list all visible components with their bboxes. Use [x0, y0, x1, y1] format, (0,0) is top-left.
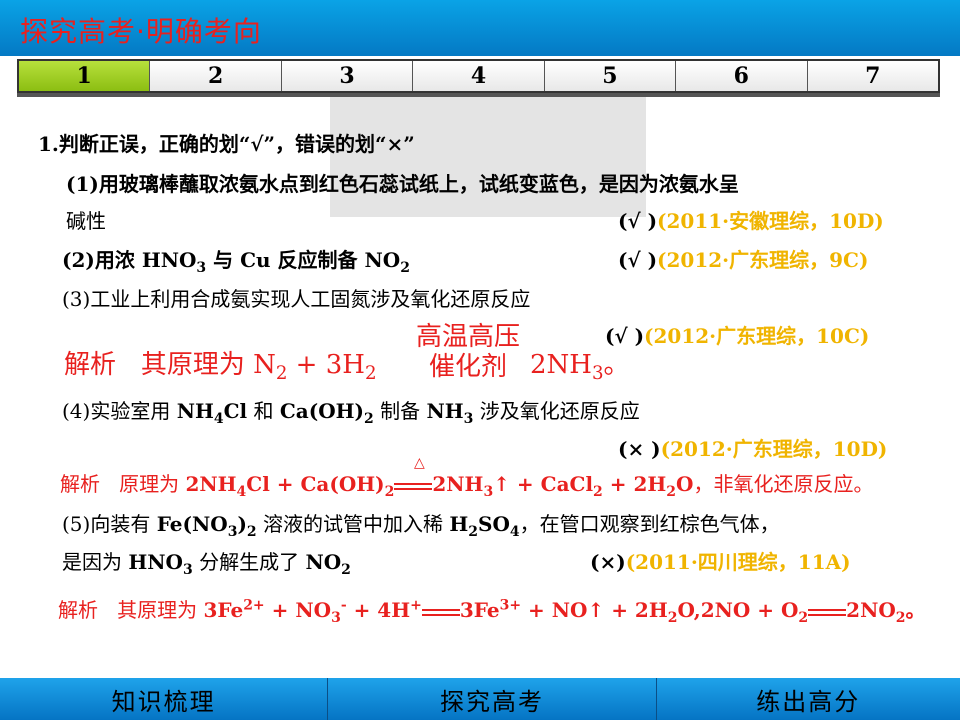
formula-h2so4: H2SO4 — [449, 512, 520, 540]
formula-nh3: NH3 — [426, 399, 474, 427]
item-4-answer: (× )(2012·广东理综，10D) — [618, 433, 887, 462]
item-5-mark: (×) — [590, 550, 626, 574]
analysis-3: 解析 其原理为 N2 + 3H2 — [64, 344, 377, 384]
analysis-3-text: 其原理为 — [140, 350, 245, 380]
item-2-answer: (√ )(2012·广东理综，9C) — [618, 244, 868, 273]
item-4-source: (2012·广东理综，10D) — [660, 437, 888, 461]
analysis-4-text: 原理为 — [119, 472, 180, 496]
formula-caoh2: Ca(OH)2 — [279, 399, 374, 427]
item-4-mark: (× ) — [618, 437, 661, 461]
formula-hno3-2: HNO3 — [128, 550, 193, 578]
formula-hno3: HNO3 — [141, 248, 207, 276]
item-5-post: ，在管口观察到红棕色气体， — [519, 512, 780, 536]
item-5-source: (2011·四川理综，11A) — [625, 550, 851, 574]
item-5-answer: (×)(2011·四川理综，11A) — [590, 546, 851, 575]
question-content: 1.判断正误，正确的划“√”，错误的划“×” (1)用玻璃棒蘸取浓氨水点到红色石… — [0, 0, 960, 720]
item-3-source: (2012·广东理综，10C) — [644, 324, 870, 348]
item-2-pre: (2)用浓 — [62, 248, 142, 272]
item-4-post: 涉及氧化还原反应 — [473, 399, 640, 423]
item-1-source: (2011·安徽理综，10D) — [657, 209, 884, 233]
analysis-5: 解析 其原理为 3Fe2+ + NO3- + 4H+ 3Fe3+ + NO↑ + … — [58, 594, 926, 626]
heat-symbol: △ — [414, 455, 425, 471]
explore-exam-button[interactable]: 探究高考 — [328, 678, 657, 720]
item-1-answer: (√ )(2011·安徽理综，10D) — [618, 205, 884, 234]
footer-nav: 知识梳理 探究高考 练出高分 — [0, 678, 960, 720]
item-3-line: (3)工业上利用合成氨实现人工固氮涉及氧化还原反应 — [62, 287, 531, 311]
condition-top: 高温高压 — [415, 322, 520, 352]
formula-nh4cl: NH4Cl — [176, 399, 248, 427]
item-2-mid: 与 Cu 反应制备 — [206, 248, 365, 272]
analysis-5-label: 解析 — [58, 598, 98, 622]
item-5-pre: (5)向装有 — [62, 512, 157, 536]
item-1-text-a: (1)用玻璃棒蘸取浓氨水点到红色石蕊试纸上，试纸变蓝色，是因为浓氨水呈 — [66, 172, 739, 196]
item-4-mid1: 和 — [247, 399, 280, 423]
equation-4: 2NH4Cl + Ca(OH)2 2NH3↑ + CaCl2 + 2H2O — [185, 472, 694, 500]
equals-sign-2 — [808, 606, 847, 618]
analysis-5-text: 其原理为 — [117, 598, 198, 622]
reaction-conditions: 高温高压 催化剂 — [406, 322, 530, 382]
item-1-line-a: (1)用玻璃棒蘸取浓氨水点到红色石蕊试纸上，试纸变蓝色，是因为浓氨水呈 — [66, 168, 739, 197]
item-5-b-pre: 是因为 — [62, 550, 129, 574]
item-5-line-a: (5)向装有 Fe(NO3)2 溶液的试管中加入稀 H2SO4，在管口观察到红棕… — [62, 508, 780, 540]
item-2-line: (2)用浓 HNO3 与 Cu 反应制备 NO2 — [62, 244, 410, 276]
equation-3-left: N2 + 3H2 — [253, 350, 377, 385]
item-5-b-mid: 分解生成了 — [192, 550, 306, 574]
condition-bottom: 催化剂 — [428, 352, 507, 382]
item-5-line-b: 是因为 HNO3 分解生成了 NO2 — [62, 546, 351, 578]
analysis-4-tail: ，非氧化还原反应。 — [693, 472, 874, 496]
item-4-pre: (4)实验室用 — [62, 399, 177, 423]
analysis-3-label: 解析 — [64, 350, 117, 380]
analysis-4: 解析 原理为 2NH4Cl + Ca(OH)2 2NH3↑ + CaCl2 + 2… — [60, 468, 873, 500]
formula-feno3: Fe(NO3)2 — [156, 512, 257, 540]
analysis-4-label: 解析 — [60, 472, 100, 496]
item-2-mark: (√ ) — [618, 248, 658, 272]
knowledge-review-button[interactable]: 知识梳理 — [0, 678, 329, 720]
item-2-source: (2012·广东理综，9C) — [657, 248, 869, 272]
equals-sign-1 — [421, 606, 460, 618]
formula-no2: NO2 — [364, 248, 410, 276]
item-4-line: (4)实验室用 NH4Cl 和 Ca(OH)2 制备 NH3 涉及氧化还原反应 — [62, 395, 640, 427]
equation-5: 3Fe2+ + NO3- + 4H+ 3Fe3+ + NO↑ + 2H2O,2NO… — [203, 597, 926, 626]
item-1-mark: (√ ) — [618, 209, 658, 233]
question-stem: 1.判断正误，正确的划“√”，错误的划“×” — [38, 132, 415, 156]
item-5-mid: 溶液的试管中加入稀 — [256, 512, 450, 536]
formula-no2-2: NO2 — [305, 550, 351, 578]
item-4-mid2: 制备 — [373, 399, 427, 423]
item-1-line-b: 碱性 — [66, 209, 106, 233]
item-3-answer: (√ )(2012·广东理综，10C) — [605, 320, 869, 349]
heat-equals-sign — [394, 480, 433, 492]
equation-3-right: 2NH3。 — [530, 350, 630, 385]
practice-score-button[interactable]: 练出高分 — [657, 678, 960, 720]
